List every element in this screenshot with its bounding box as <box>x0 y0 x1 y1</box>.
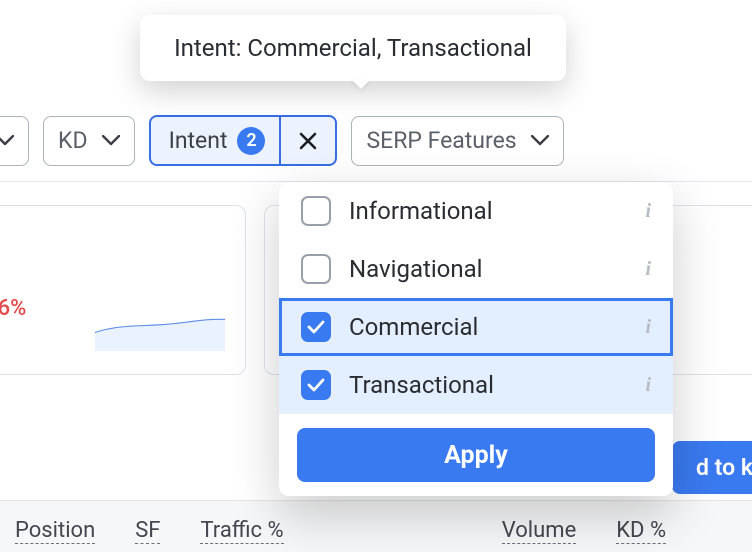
intent-option-label: Informational <box>349 197 493 225</box>
intent-filter-main[interactable]: Intent 2 <box>151 117 280 164</box>
intent-option-label: Commercial <box>349 313 478 341</box>
intent-tooltip-text: Intent: Commercial, Transactional <box>174 34 532 62</box>
th-traffic-pct[interactable]: Traffic % <box>180 518 303 552</box>
kd-filter-label: KD <box>58 127 88 154</box>
sparkline-icon <box>95 291 225 351</box>
chevron-down-icon <box>102 135 120 146</box>
chevron-down-icon <box>0 135 14 146</box>
info-icon[interactable]: i <box>645 258 651 281</box>
th-volume[interactable]: Volume <box>482 518 597 552</box>
cta-text: d to ke <box>696 454 752 481</box>
apply-button-label: Apply <box>444 441 508 470</box>
checkbox-icon[interactable] <box>301 254 331 284</box>
metric-title: c <box>0 226 221 255</box>
metric-card-traffic[interactable]: c 5.1K -0.6% <box>0 205 246 375</box>
apply-button[interactable]: Apply <box>297 428 655 482</box>
intent-filter-label: Intent <box>169 127 228 154</box>
intent-option-commercial[interactable]: Commercial i <box>279 298 673 356</box>
intent-tooltip: Intent: Commercial, Transactional <box>140 15 566 81</box>
intent-dropdown: InformationaliNavigationaliCommercialiTr… <box>279 182 673 496</box>
info-icon[interactable]: i <box>645 316 651 339</box>
serp-features-filter-pill[interactable]: SERP Features <box>351 116 563 166</box>
chevron-down-icon <box>531 135 549 146</box>
add-to-keywords-button[interactable]: d to ke <box>672 441 752 494</box>
intent-option-navigational[interactable]: Navigational i <box>279 240 673 298</box>
info-icon[interactable]: i <box>645 200 651 223</box>
info-icon[interactable]: i <box>645 374 651 397</box>
metric-delta: -0.6% <box>0 296 26 321</box>
intent-option-transactional[interactable]: Transactional i <box>279 356 673 414</box>
th-kd-pct[interactable]: KD % <box>596 518 686 552</box>
intent-option-label: Navigational <box>349 255 483 283</box>
intent-option-label: Transactional <box>349 371 494 399</box>
intent-option-informational[interactable]: Informational i <box>279 182 673 240</box>
checkbox-icon[interactable] <box>301 312 331 342</box>
intent-filter-clear-button[interactable] <box>279 117 335 164</box>
intent-filter-count: 2 <box>237 127 265 155</box>
volume-filter-pill[interactable]: ume <box>0 116 29 166</box>
checkbox-icon[interactable] <box>301 196 331 226</box>
intent-filter-pill[interactable]: Intent 2 <box>149 115 338 166</box>
table-header: Position SF Traffic % spacer spacer Volu… <box>0 500 752 552</box>
th-sf[interactable]: SF <box>115 518 180 552</box>
th-position[interactable]: Position <box>0 518 115 552</box>
kd-filter-pill[interactable]: KD <box>43 116 135 166</box>
checkbox-icon[interactable] <box>301 370 331 400</box>
serp-features-label: SERP Features <box>366 127 516 154</box>
filter-bar: ume KD Intent 2 SERP Features <box>0 115 564 166</box>
